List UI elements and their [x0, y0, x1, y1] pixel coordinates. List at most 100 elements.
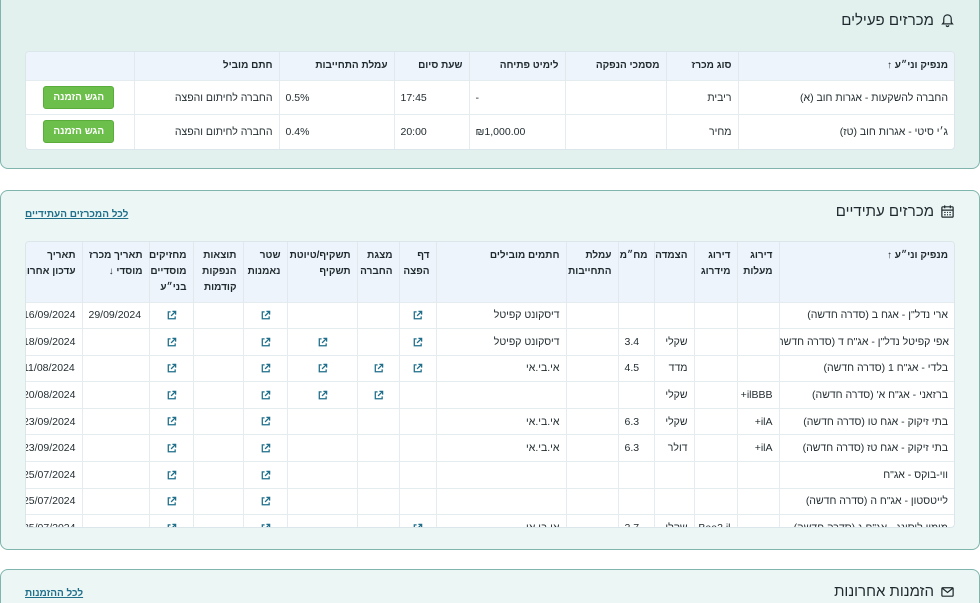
- external-link-icon[interactable]: [412, 336, 423, 348]
- external-link-icon[interactable]: [260, 336, 271, 348]
- cell-leads: אי.בי.אי: [435, 514, 566, 527]
- cell-pres: [356, 328, 399, 356]
- external-link-icon[interactable]: [166, 416, 177, 428]
- future-auctions-title: מכרזים עתידיים: [836, 203, 955, 220]
- external-link-icon[interactable]: [260, 469, 271, 481]
- external-link-icon[interactable]: [260, 389, 271, 401]
- external-link-icon[interactable]: [260, 495, 271, 507]
- cell-link: דולר: [653, 434, 694, 462]
- cell-fee: [565, 434, 618, 462]
- cell-midroog: Baa2.il: [693, 514, 737, 527]
- cell-issuer: בתי זיקוק - אגח טו (סדרה חדשה): [778, 407, 954, 435]
- external-link-icon[interactable]: [166, 362, 177, 374]
- external-link-icon[interactable]: [260, 309, 271, 321]
- external-link-icon[interactable]: [260, 522, 271, 527]
- cell-trust: [242, 407, 287, 435]
- cell-fee: [565, 461, 618, 489]
- cell-issuer: לייטסטון - אג"ח ה (סדרה חדשה): [778, 487, 954, 515]
- external-link-icon[interactable]: [260, 442, 271, 454]
- all-future-auctions-link[interactable]: לכל המכרזים העתידיים: [25, 209, 128, 220]
- envelope-icon: [941, 587, 954, 597]
- cell-issuer: בלדי - אג"ח 1 (סדרה חדשה): [778, 354, 954, 382]
- active-col-header[interactable]: מנפיק וני״ע ↑: [737, 52, 954, 81]
- submit-order-button[interactable]: הגש הזמנה: [43, 120, 115, 144]
- external-link-icon[interactable]: [166, 442, 177, 454]
- bell-icon: [941, 14, 954, 28]
- all-orders-link[interactable]: לכל ההזמנות: [25, 588, 83, 599]
- active-auctions-table: מנפיק וני״ע ↑ סוג מכרז מסמכי הנפקה לימיט פת…: [26, 52, 954, 149]
- external-link-icon[interactable]: [260, 362, 271, 374]
- cell-maalot: ilA+: [736, 434, 779, 462]
- external-link-icon[interactable]: [412, 522, 423, 527]
- cell-prosp: [286, 487, 357, 515]
- external-link-icon[interactable]: [373, 362, 384, 374]
- cell-trust: [242, 301, 287, 329]
- external-link-icon[interactable]: [260, 416, 271, 428]
- cell-issuer: אפי קפיטל נדל"ן - אג"ח ד (סדרה חדשה): [778, 328, 954, 356]
- cell-dist: [398, 487, 436, 515]
- cell-holders: [148, 301, 193, 329]
- future-auctions-card: מנפיק וני״ע ↑ דירוג מעלות דירוג מידרוג הצמד…: [25, 241, 955, 528]
- future-col-header: חתמים מובילים: [435, 242, 566, 302]
- cell-holders: [148, 381, 193, 409]
- active-col-header: חתם מוביל: [133, 52, 279, 81]
- cell-trust: [242, 381, 287, 409]
- external-link-icon[interactable]: [317, 389, 328, 401]
- external-link-icon[interactable]: [373, 389, 384, 401]
- external-link-icon[interactable]: [166, 495, 177, 507]
- cell-fee: [565, 301, 618, 329]
- cell-issuer: החברה להשקעות - אגרות חוב (א): [737, 80, 954, 115]
- external-link-icon[interactable]: [317, 362, 328, 374]
- external-link-icon[interactable]: [166, 309, 177, 321]
- future-col-header: דירוג מעלות: [736, 242, 779, 302]
- future-col-header[interactable]: מנפיק וני״ע ↑: [778, 242, 954, 302]
- external-link-icon[interactable]: [166, 522, 177, 527]
- cell-prosp: [286, 328, 357, 356]
- cell-midroog: [693, 381, 737, 409]
- table-row: לייטסטון - אג"ח ה (סדרה חדשה) 25/07/2024: [26, 487, 954, 515]
- cell-leads: אי.בי.אי: [435, 354, 566, 382]
- cell-midroog: [693, 328, 737, 356]
- cell-link: שקלי: [653, 514, 694, 527]
- cell-end: 17:45: [393, 80, 469, 115]
- recent-orders-panel: הזמנות אחרונות לכל ההזמנות: [0, 569, 980, 603]
- active-col-header: [26, 52, 134, 81]
- cell-updated: 16/09/2024: [26, 301, 82, 329]
- cell-holders: [148, 407, 193, 435]
- cell-prosp: [286, 514, 357, 527]
- cell-prosp: [286, 354, 357, 382]
- cell-action: הגש הזמנה: [26, 80, 134, 115]
- external-link-icon[interactable]: [412, 362, 423, 374]
- cell-dist: [398, 381, 436, 409]
- future-col-header[interactable]: תאריך מכרז מוסדי ↓: [81, 242, 149, 302]
- cell-midroog: [693, 301, 737, 329]
- future-auctions-panel: מכרזים עתידיים לכל המכרזים העתידיים מנפי…: [0, 190, 980, 550]
- table-row: בתי זיקוק - אגח טו (סדרה חדשה) ilA+ שקלי 6.…: [26, 407, 954, 435]
- cell-docs: [564, 80, 666, 115]
- future-col-header: שטר נאמנות: [242, 242, 287, 302]
- cell-dist: [398, 328, 436, 356]
- table-row: ווי-בוקס - אג"ח 25/07/2024: [26, 461, 954, 489]
- cell-type: ריבית: [665, 80, 738, 115]
- cell-link: [653, 461, 694, 489]
- submit-order-button[interactable]: הגש הזמנה: [43, 86, 115, 109]
- external-link-icon[interactable]: [412, 309, 423, 321]
- cell-auction-date: [81, 328, 149, 356]
- cell-issuer: ברזאני - אג"ח א' (סדרה חדשה): [778, 381, 954, 409]
- cell-trust: [242, 514, 287, 527]
- cell-maalot: [736, 354, 779, 382]
- active-col-header: שעת סיום: [393, 52, 469, 81]
- cell-pres: [356, 514, 399, 527]
- future-auctions-table: מנפיק וני״ע ↑ דירוג מעלות דירוג מידרוג הצמד…: [26, 242, 954, 527]
- active-auctions-title-text: מכרזים פעילים: [841, 12, 934, 29]
- cell-dist: [398, 354, 436, 382]
- external-link-icon[interactable]: [166, 389, 177, 401]
- external-link-icon[interactable]: [317, 336, 328, 348]
- cell-auction-date: [81, 461, 149, 489]
- active-auctions-panel: מכרזים פעילים מנפיק וני״ע ↑ סוג מכרז מסמכי…: [0, 0, 980, 169]
- external-link-icon[interactable]: [166, 336, 177, 348]
- external-link-icon[interactable]: [166, 469, 177, 481]
- cell-auction-date: [81, 434, 149, 462]
- cell-maalot: ilBBB+: [736, 381, 779, 409]
- active-col-header: מסמכי הנפקה: [564, 52, 666, 81]
